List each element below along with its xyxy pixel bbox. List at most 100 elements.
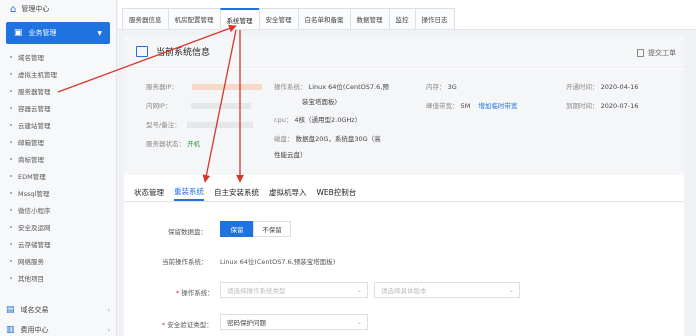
home-icon: ⌂ xyxy=(10,3,17,15)
tab-reinstall-system[interactable]: 重装系统 xyxy=(174,184,204,201)
required-mark: * xyxy=(176,289,180,297)
sidebar-subitem[interactable]: 云建站管理 xyxy=(0,116,116,133)
os-select-label: * 操作系统： xyxy=(176,289,214,297)
bullet-icon xyxy=(10,55,12,58)
chevron-down-icon: ⌄ xyxy=(356,318,362,326)
info-grid: 服务器IP： 内网IP： 型号/备注： 服务器状态： 开机 操作系统： Linu… xyxy=(124,69,684,175)
tab-web-console[interactable]: WEB控制台 xyxy=(317,184,357,201)
sidebar-item-billing-center[interactable]: ▥ 费用中心 › xyxy=(6,322,110,336)
bullet-icon xyxy=(10,72,12,75)
os-version-select[interactable]: 请选择具体版本 ⌄ xyxy=(374,282,520,298)
bullet-icon xyxy=(10,157,12,160)
bullet-icon xyxy=(10,191,12,194)
keep-data-label: 保留数据盘： xyxy=(168,228,207,236)
tab-vm-import[interactable]: 虚拟机导入 xyxy=(269,184,307,201)
sidebar-subitem[interactable]: 域名管理 xyxy=(0,48,116,65)
redacted-value xyxy=(191,103,252,109)
os-row-cont: 装宝塔面板) xyxy=(302,98,338,106)
tab-operation-log[interactable]: 操作日志 xyxy=(414,8,455,29)
keep-data-button[interactable]: 保留 xyxy=(220,221,254,237)
sidebar-subitem[interactable]: 容器云管理 xyxy=(0,99,116,116)
disk-row-cont: 性能云盘） xyxy=(274,151,307,159)
ticket-icon xyxy=(637,49,644,57)
sidebar-item-management-center[interactable]: ⌂ 管理中心 xyxy=(0,0,116,18)
sidebar-item-domain-trading[interactable]: ▤ 域名交易 › xyxy=(6,302,110,318)
verify-type-label: * 安全验证类型： xyxy=(162,321,213,329)
info-header: 当前系统信息 xyxy=(124,36,684,68)
os-type-select[interactable]: 请选择操作系统类型 ⌄ xyxy=(220,282,368,298)
sidebar-submenu: 域名管理 虚拟主机管理 服务器管理 容器云管理 云建站管理 邮箱管理 商标管理 … xyxy=(0,48,116,286)
sidebar-subitem[interactable]: EDM管理 xyxy=(0,167,116,184)
memory-row: 内存： 3G xyxy=(426,83,457,91)
redacted-value xyxy=(191,84,262,90)
sidebar-subitem[interactable]: 服务器管理 xyxy=(0,82,116,99)
sub-tab-bar: 状态管理 重装系统 自主安装系统 虚拟机导入 WEB控制台 xyxy=(124,184,684,202)
tab-self-install-system[interactable]: 自主安装系统 xyxy=(214,184,259,201)
sidebar-subitem[interactable]: Mssql管理 xyxy=(0,184,116,201)
monitor-icon xyxy=(136,46,148,57)
sidebar: ⌂ 管理中心 ▣ 业务管理 ▼ 域名管理 虚拟主机管理 服务器管理 容器云管理 … xyxy=(0,0,117,336)
trade-icon: ▤ xyxy=(6,305,15,315)
current-os-value: Linux 64位(CentOS7.6,预装宝塔面板) xyxy=(220,258,336,266)
bullet-icon xyxy=(10,225,12,228)
bullet-icon xyxy=(10,140,12,143)
open-time-row: 开通时间： 2020-04-16 xyxy=(566,83,639,91)
chevron-down-icon: ▼ xyxy=(97,29,102,37)
tab-monitor[interactable]: 监控 xyxy=(388,8,416,29)
submit-ticket-button[interactable]: 提交工单 xyxy=(637,48,676,58)
status-badge: 开机 xyxy=(187,140,201,148)
verify-type-select[interactable]: 密码保护问题 ⌄ xyxy=(220,314,368,330)
chevron-down-icon: ⌄ xyxy=(508,286,514,294)
bullet-icon xyxy=(10,259,12,262)
top-tab-bar: 服务器信息 机房配置管理 系统管理 安全管理 白名单和备案 数据管理 监控 操作… xyxy=(118,0,696,30)
sidebar-subitem[interactable]: 商标管理 xyxy=(0,150,116,167)
tab-system-management[interactable]: 系统管理 xyxy=(219,8,260,29)
bullet-icon xyxy=(10,276,12,279)
redacted-value xyxy=(186,122,253,128)
main-panel: 当前系统信息 提交工单 服务器IP： 内网IP： 型号/备注： 服务器状态： 开… xyxy=(124,36,684,336)
sidebar-subitem[interactable]: 微信小程序 xyxy=(0,201,116,218)
add-bandwidth-link[interactable]: 增加临时带宽 xyxy=(478,102,517,110)
bandwidth-row: 峰值带宽： 5M 增加临时带宽 xyxy=(426,102,518,110)
sidebar-subitem[interactable]: 云存储管理 xyxy=(0,235,116,252)
wallet-icon: ▥ xyxy=(6,325,15,335)
model-row: 型号/备注： xyxy=(146,119,253,129)
tab-room-config[interactable]: 机房配置管理 xyxy=(167,8,221,29)
sidebar-item-label: 费用中心 xyxy=(20,326,49,334)
sidebar-subitem[interactable]: 其他项目 xyxy=(0,269,116,286)
sidebar-subitem[interactable]: 安全及运网 xyxy=(0,218,116,235)
required-mark: * xyxy=(162,321,166,329)
server-ip-row: 服务器IP： xyxy=(146,81,262,91)
sidebar-subitem[interactable]: 网络服务 xyxy=(0,252,116,269)
disk-row: 磁盘： 数据盘20G，系统盘30G（高 xyxy=(274,135,381,143)
bullet-icon xyxy=(10,174,12,177)
grid-icon: ▣ xyxy=(14,28,23,38)
chevron-right-icon: › xyxy=(107,326,110,334)
sidebar-subitem[interactable]: 虚拟主机管理 xyxy=(0,65,116,82)
cpu-row: cpu： 4核（通用型2.0GHz） xyxy=(274,116,362,124)
bullet-icon xyxy=(10,123,12,126)
page-title: 当前系统信息 xyxy=(156,48,211,58)
inner-ip-row: 内网IP： xyxy=(146,100,252,110)
tab-server-info[interactable]: 服务器信息 xyxy=(122,8,169,29)
sidebar-item-business-management[interactable]: ▣ 业务管理 ▼ xyxy=(6,22,110,44)
sidebar-item-label: 管理中心 xyxy=(21,5,50,13)
tab-whitelist[interactable]: 白名单和备案 xyxy=(297,8,351,29)
current-os-label: 当前操作系统： xyxy=(162,258,208,266)
os-row: 操作系统： Linux 64位(CentOS7.6,预 xyxy=(274,83,389,91)
tab-security[interactable]: 安全管理 xyxy=(258,8,299,29)
bullet-icon xyxy=(10,89,12,92)
no-keep-data-button[interactable]: 不保留 xyxy=(253,221,291,237)
sidebar-subitem[interactable]: 邮箱管理 xyxy=(0,133,116,150)
server-status-row: 服务器状态： 开机 xyxy=(146,140,201,148)
sidebar-item-label: 业务管理 xyxy=(28,29,57,37)
chevron-right-icon: › xyxy=(107,306,110,314)
tab-data[interactable]: 数据管理 xyxy=(349,8,390,29)
chevron-down-icon: ⌄ xyxy=(356,286,362,294)
bullet-icon xyxy=(10,208,12,211)
tab-status-management[interactable]: 状态管理 xyxy=(134,184,164,201)
sidebar-item-label: 域名交易 xyxy=(20,306,49,314)
bullet-icon xyxy=(10,242,12,245)
expire-time-row: 到期时间： 2020-07-16 xyxy=(566,102,639,110)
bullet-icon xyxy=(10,106,12,109)
